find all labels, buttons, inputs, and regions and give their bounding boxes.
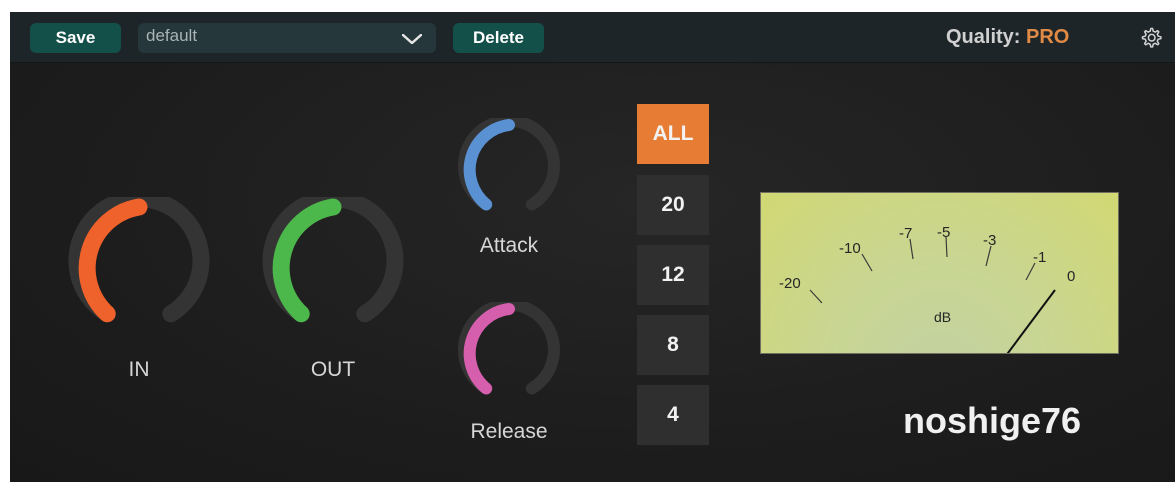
ratio-button-all[interactable]: ALL: [637, 104, 709, 164]
ratio-button-12[interactable]: 12: [637, 245, 709, 305]
toolbar: Save default Delete Quality: PRO: [10, 12, 1175, 63]
ratio-button-4[interactable]: 4: [637, 385, 709, 445]
meter-scale-label: -20: [779, 275, 801, 292]
vu-meter: -20 -10 -7 -5 -3 -1 0 dB: [760, 192, 1119, 354]
meter-scale-label: -3: [983, 232, 996, 249]
meter-scale-label: -7: [899, 225, 912, 242]
meter-tick: [861, 253, 873, 272]
in-knob[interactable]: [67, 197, 211, 341]
meter-scale-label: 0: [1067, 268, 1075, 285]
out-label: OUT: [310, 358, 356, 381]
attack-knob[interactable]: [457, 118, 561, 222]
meter-scale-label: -10: [839, 240, 861, 257]
quality-value: PRO: [1026, 26, 1070, 48]
save-button[interactable]: Save: [30, 23, 121, 53]
meter-scale-label: -5: [937, 224, 950, 241]
in-label: IN: [128, 358, 150, 381]
quality-label: Quality:: [946, 26, 1021, 48]
meter-tick: [985, 245, 992, 267]
release-label: Release: [470, 420, 548, 443]
ratio-button-20[interactable]: 20: [637, 175, 709, 235]
quality-selector[interactable]: Quality: PRO: [946, 26, 1069, 49]
gear-icon[interactable]: [1139, 26, 1163, 50]
plugin-window: Save default Delete Quality: PRO IN OUT: [10, 12, 1175, 482]
release-knob[interactable]: [457, 302, 561, 406]
out-knob[interactable]: [261, 197, 405, 341]
meter-tick: [809, 289, 823, 304]
preset-value: default: [146, 26, 198, 45]
brand-name: noshige76: [903, 400, 1082, 441]
attack-label: Attack: [479, 234, 539, 257]
ratio-button-8[interactable]: 8: [637, 315, 709, 375]
meter-needle: [1006, 289, 1056, 353]
meter-tick: [909, 238, 914, 260]
delete-button[interactable]: Delete: [453, 23, 544, 53]
meter-unit: dB: [934, 309, 951, 325]
meter-scale-label: -1: [1033, 249, 1046, 266]
chevron-down-icon: [402, 34, 422, 44]
preset-dropdown[interactable]: default: [138, 23, 436, 53]
